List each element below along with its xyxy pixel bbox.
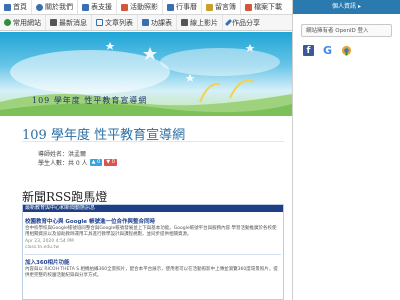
nav-label: 表支援	[91, 3, 112, 11]
nav-label: 功課表	[151, 18, 172, 27]
nav-item-calendar[interactable]: 行事曆	[163, 0, 202, 14]
rss-article-text: 合中校學校與Google帳號協同整合與Google帳號發展並上下與基本功能。Go…	[25, 226, 277, 237]
doc-icon	[96, 19, 103, 26]
nav-item-forms[interactable]: 表支援	[78, 0, 117, 14]
nav-item-videos[interactable]: 線上影片	[177, 15, 223, 30]
nav-label: 文章列表	[105, 18, 133, 27]
openid-login-button[interactable]: 網站擁有者 OpenID 登入	[301, 24, 392, 37]
nav-item-works[interactable]: 作品分享	[223, 15, 264, 30]
nav-item-timetable[interactable]: 功課表	[138, 15, 177, 30]
nav-item-guestbook[interactable]: 留言簿	[202, 0, 241, 14]
dislike-count: 0	[111, 159, 115, 165]
download-icon	[245, 3, 252, 11]
nav-item-about[interactable]: 關於我們	[32, 0, 78, 14]
header-banner: 109 學年度 性平教育宣導網	[0, 32, 292, 116]
table-icon	[142, 19, 149, 26]
nav-label: 檔案下載	[254, 3, 282, 11]
facebook-icon[interactable]: f	[303, 45, 314, 56]
nav-item-downloads[interactable]: 檔案下載	[241, 0, 286, 14]
rss-article-source[interactable]: class.tn.edu.tw	[25, 245, 281, 250]
dislike-badge[interactable]: ▼ 0	[104, 159, 117, 166]
globe-icon	[4, 19, 11, 26]
calendar-icon	[167, 3, 174, 11]
top-navigation: 首頁 關於我們 表支援 活動照影 行事曆 留言簿 檔案下載	[0, 0, 292, 15]
nav-label: 線上影片	[190, 18, 218, 27]
pencil-icon	[224, 18, 233, 27]
nav-item-photos[interactable]: 活動照影	[117, 0, 163, 14]
nav-item-articles[interactable]: 文章列表	[92, 15, 138, 30]
secondary-navigation: 常用網站 最新消息 文章列表 功課表 線上影片 作品分享	[0, 15, 292, 31]
grid-icon	[82, 3, 89, 11]
rss-article-text: 內容與以 RICOH THETA S 相機拍攝360全景照片，配合本平台展示，使…	[25, 267, 278, 278]
nav-label: 活動照影	[130, 3, 158, 11]
rss-feed-box: 最新教育與中心和新聞動態訊息 校園教育中心與 Google 帳號進一位合作與整合…	[22, 204, 284, 300]
nav-item-home[interactable]: 首頁	[0, 0, 32, 14]
like-count: 0	[97, 159, 101, 165]
side-panel: 個人資訊 ▸ 網站擁有者 OpenID 登入 f G	[292, 0, 400, 300]
photo-icon	[121, 3, 128, 11]
student-count: 學生人數：共 0 人	[38, 160, 88, 167]
banner-title: 109 學年度 性平教育宣導網	[32, 96, 148, 105]
nav-item-links[interactable]: 常用網站	[0, 15, 46, 30]
nav-label: 作品分享	[232, 18, 260, 27]
like-badge[interactable]: ▲ 0	[89, 159, 103, 166]
rss-feed-body: 校園教育中心與 Google 帳號進一位合作與整合同時 合中校學校與Google…	[23, 212, 283, 281]
rss-article-title[interactable]: 加入360相片功能	[25, 258, 281, 266]
openid-icon[interactable]	[341, 45, 352, 56]
nav-label: 首頁	[13, 3, 27, 11]
divider	[25, 254, 281, 255]
rss-section-title: 新聞RSS跑馬燈	[22, 190, 108, 204]
book-icon	[206, 3, 213, 11]
news-icon	[50, 19, 57, 26]
panel-header[interactable]: 個人資訊 ▸	[293, 0, 400, 14]
nav-label: 常用網站	[13, 18, 41, 27]
nav-label: 關於我們	[45, 3, 73, 11]
video-icon	[181, 19, 188, 26]
rss-feed-header: 最新教育與中心和新聞動態訊息	[23, 205, 283, 212]
social-login-row: f G	[303, 45, 400, 56]
teacher-name: 導師姓名：洪孟爾	[38, 151, 87, 158]
info-icon	[36, 3, 43, 11]
nav-label: 留言簿	[215, 3, 236, 11]
google-icon[interactable]: G	[322, 45, 333, 56]
nav-item-news[interactable]: 最新消息	[46, 15, 92, 30]
home-icon	[4, 3, 11, 11]
divider	[22, 141, 284, 142]
nav-label: 行事曆	[176, 3, 197, 11]
rss-article-title[interactable]: 校園教育中心與 Google 帳號進一位合作與整合同時	[25, 217, 281, 225]
student-count-row: 學生人數：共 0 人 ▲ 0 ▼ 0	[38, 158, 117, 167]
rss-article-date: Apr 23, 2020 4:54 PM	[25, 239, 74, 244]
nav-label: 最新消息	[59, 18, 87, 27]
